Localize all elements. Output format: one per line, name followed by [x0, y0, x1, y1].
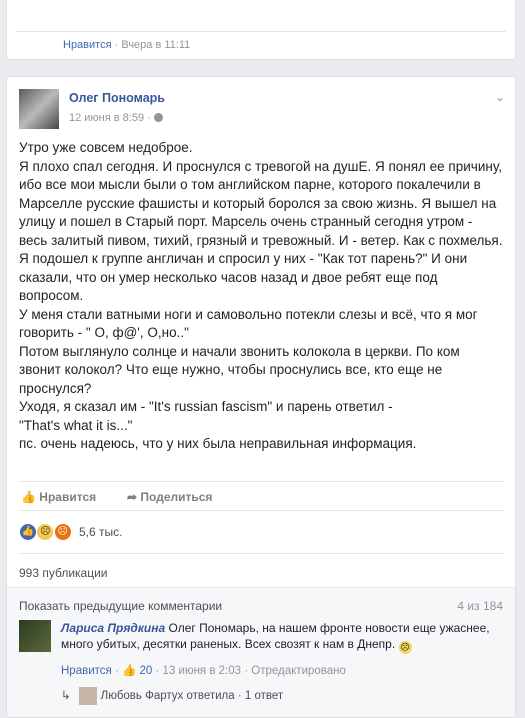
post-body: Утро уже совсем недоброе. Я плохо спал с… [19, 140, 503, 451]
shares-count[interactable]: 993 публикации [19, 566, 108, 580]
share-button[interactable]: ➦ Поделиться [127, 490, 212, 504]
previous-post-meta: Нравится · Вчера в 11:11 [63, 39, 191, 51]
comment-author[interactable]: Лариса Прядкина [61, 621, 165, 635]
reaction-count: 5,6 тыс. [79, 525, 123, 539]
comment-text: Лариса Прядкина Олег Пономарь, на нашем … [61, 621, 490, 654]
share-arrow-icon: ➦ [127, 490, 138, 504]
comments-count: 4 из 184 [457, 599, 503, 613]
author-name[interactable]: Олег Пономарь [69, 91, 165, 105]
thumbs-up-icon: 👍 [121, 665, 137, 677]
like-reaction-icon: 👍 [19, 523, 37, 541]
edited-label: Отредактировано [251, 665, 346, 677]
divider [19, 553, 503, 554]
divider [19, 481, 503, 482]
show-previous-comments[interactable]: Показать предыдущие комментарии [19, 599, 222, 613]
like-button[interactable]: 👍 Нравится [21, 490, 96, 504]
thumbs-up-icon: 👍 [21, 490, 36, 504]
comment-avatar[interactable] [19, 620, 51, 652]
reply-avatar [78, 687, 97, 705]
comment-timestamp[interactable]: 13 июня в 2:03 [163, 665, 242, 677]
divider [16, 31, 506, 32]
timestamp[interactable]: Вчера в 11:11 [121, 39, 190, 51]
angry-reaction-icon: ☹ [53, 523, 72, 541]
reactions-summary[interactable]: 👍 ☹ ☹ 5,6 тыс. [19, 523, 123, 541]
comment-like-link[interactable]: Нравится [61, 665, 112, 677]
chevron-down-icon[interactable]: ⌄ [495, 90, 505, 104]
reply-arrow-icon: ↳ [61, 690, 71, 703]
divider [19, 510, 503, 511]
avatar[interactable] [19, 89, 59, 129]
post-timestamp[interactable]: 12 июня в 8:59 · [69, 112, 163, 124]
globe-icon [153, 113, 163, 122]
comment-meta: Нравится · 👍 20 · 13 июня в 2:03 · Отред… [61, 665, 346, 677]
comments-section: Показать предыдущие комментарии 4 из 184… [7, 587, 515, 717]
post-card: Олег Пономарь 12 июня в 8:59 · ⌄ Утро уж… [6, 76, 516, 718]
previous-post-card: Нравится · Вчера в 11:11 [6, 0, 516, 60]
reply-summary[interactable]: ↳ Любовь Фартух ответила · 1 ответ [61, 687, 283, 705]
like-link[interactable]: Нравится [63, 39, 112, 51]
sad-reaction-icon: ☹ [36, 523, 55, 541]
sad-emoji-icon: ☹ [398, 641, 412, 654]
comment-like-count[interactable]: 20 [140, 665, 153, 677]
